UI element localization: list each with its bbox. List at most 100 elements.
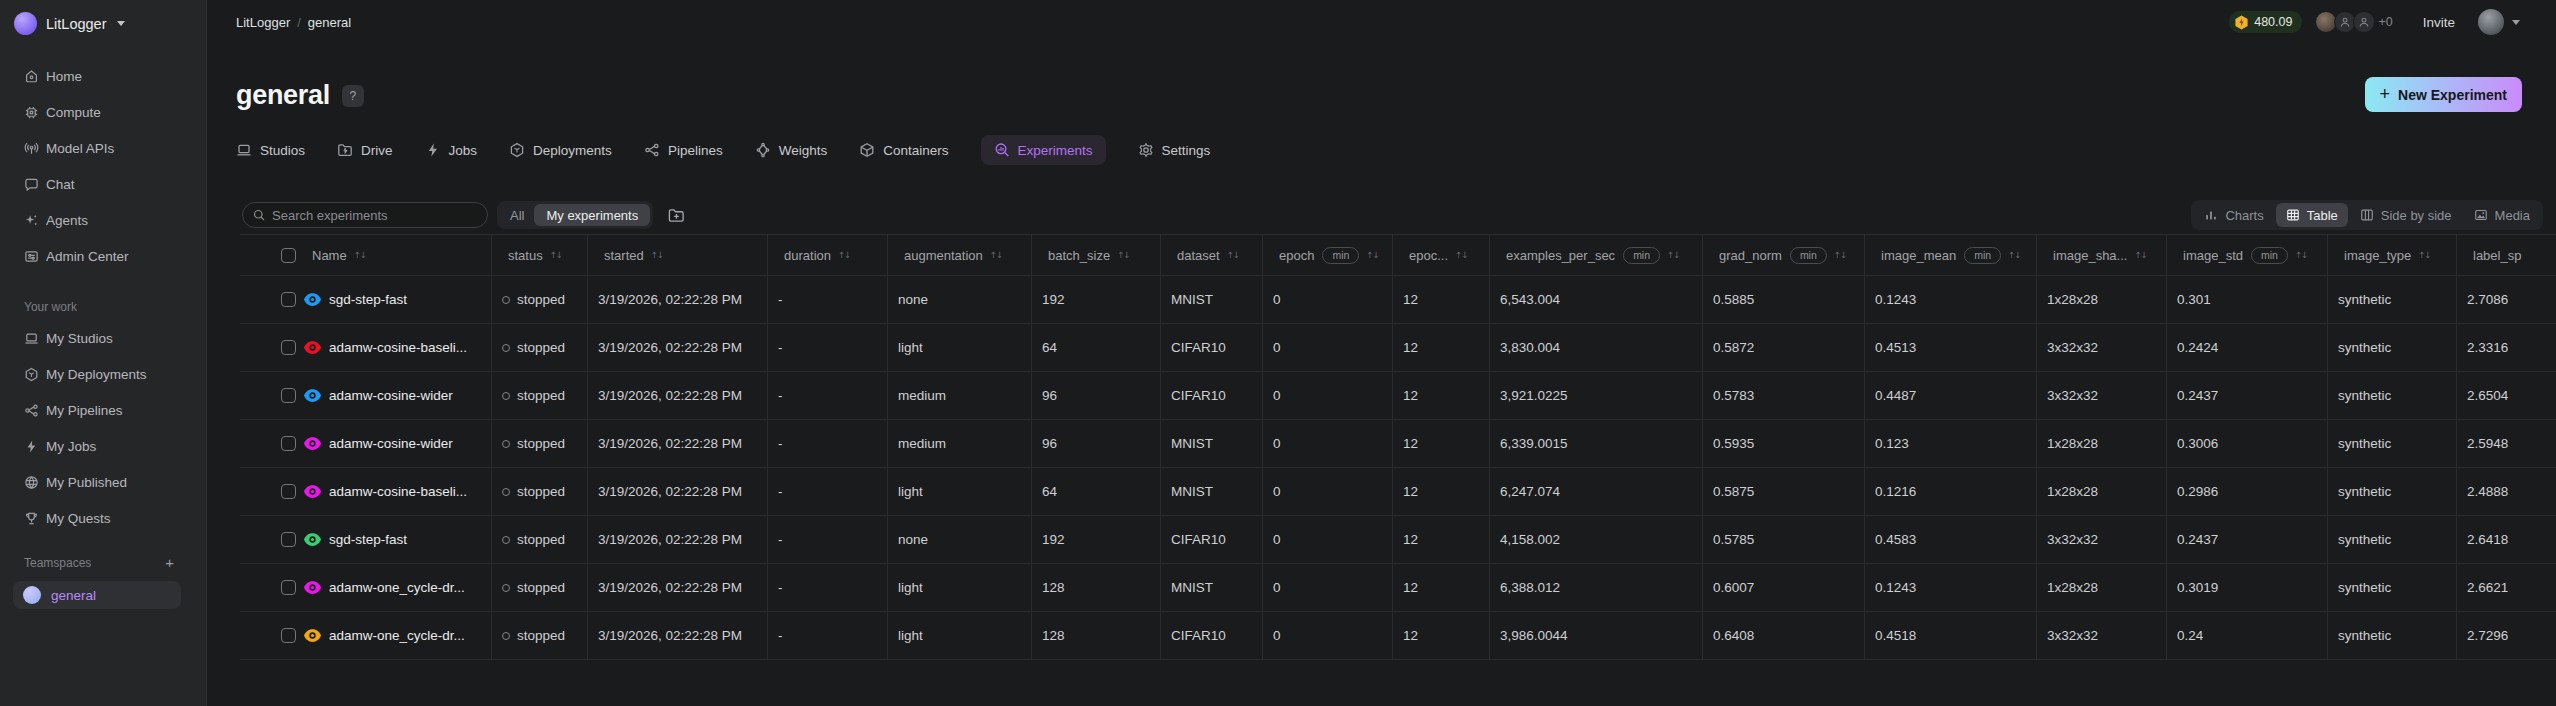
row-checkbox[interactable] (281, 388, 296, 403)
column-header-epoch[interactable]: epochmin↑↓ (1263, 235, 1393, 275)
sidebar-item-chat[interactable]: Chat (0, 166, 206, 202)
row-checkbox[interactable] (281, 436, 296, 451)
row-checkbox[interactable] (281, 580, 296, 595)
row-checkbox[interactable] (281, 532, 296, 547)
sidebar-item-my-jobs[interactable]: My Jobs (0, 428, 206, 464)
column-header-image_type[interactable]: image_type↑↓ (2328, 235, 2457, 275)
sidebar-item-agents[interactable]: Agents (0, 202, 206, 238)
table-row[interactable]: adamw-cosine-widerstopped3/19/2026, 02:2… (240, 420, 2556, 468)
credits-badge[interactable]: 480.09 (2229, 11, 2302, 33)
column-header-image_mean[interactable]: image_meanmin↑↓ (1865, 235, 2037, 275)
column-header-dataset[interactable]: dataset↑↓ (1161, 235, 1263, 275)
aggregation-badge[interactable]: min (1322, 247, 1359, 264)
sidebar-item-my-deployments[interactable]: My Deployments (0, 356, 206, 392)
view-charts[interactable]: Charts (2194, 203, 2273, 227)
table-row[interactable]: adamw-cosine-baseli...stopped3/19/2026, … (240, 324, 2556, 372)
visibility-eye-icon[interactable] (304, 341, 321, 354)
row-checkbox[interactable] (281, 484, 296, 499)
user-menu[interactable] (2478, 9, 2520, 35)
teamspace-item-general[interactable]: general (13, 581, 181, 609)
sort-arrows-icon[interactable]: ↑↓ (651, 250, 663, 260)
visibility-eye-icon[interactable] (304, 629, 321, 642)
tab-weights[interactable]: Weights (755, 135, 828, 165)
sort-arrows-icon[interactable]: ↑↓ (2295, 250, 2307, 260)
folder-plus-icon[interactable] (668, 207, 685, 224)
workspace-switcher[interactable]: LitLogger (0, 0, 206, 35)
column-header-duration[interactable]: duration↑↓ (768, 235, 888, 275)
tab-experiments[interactable]: Experiments (981, 135, 1106, 165)
sort-arrows-icon[interactable]: ↑↓ (550, 250, 562, 260)
sort-arrows-icon[interactable]: ↑↓ (2008, 250, 2020, 260)
breadcrumb-teamspace[interactable]: general (308, 15, 351, 30)
row-checkbox[interactable] (281, 292, 296, 307)
view-media[interactable]: Media (2464, 203, 2540, 227)
row-checkbox[interactable] (281, 628, 296, 643)
breadcrumb-workspace[interactable]: LitLogger (236, 15, 290, 30)
table-row[interactable]: adamw-cosine-widerstopped3/19/2026, 02:2… (240, 372, 2556, 420)
visibility-eye-icon[interactable] (304, 485, 321, 498)
sort-arrows-icon[interactable]: ↑↓ (1834, 250, 1846, 260)
search-input[interactable] (272, 208, 477, 223)
sidebar-item-home[interactable]: Home (0, 58, 206, 94)
sort-arrows-icon[interactable]: ↑↓ (2418, 250, 2430, 260)
table-row[interactable]: sgd-step-faststopped3/19/2026, 02:22:28 … (240, 516, 2556, 564)
table-row[interactable]: sgd-step-faststopped3/19/2026, 02:22:28 … (240, 276, 2556, 324)
add-teamspace-button[interactable]: + (165, 554, 182, 571)
sort-arrows-icon[interactable]: ↑↓ (354, 250, 366, 260)
select-all-checkbox[interactable] (281, 248, 296, 263)
sort-arrows-icon[interactable]: ↑↓ (1227, 250, 1239, 260)
sidebar-item-model-apis[interactable]: Model APIs (0, 130, 206, 166)
table-row[interactable]: adamw-one_cycle-dr...stopped3/19/2026, 0… (240, 612, 2556, 660)
sort-arrows-icon[interactable]: ↑↓ (990, 250, 1002, 260)
column-header-augmentation[interactable]: augmentation↑↓ (888, 235, 1032, 275)
column-header-name[interactable]: Name↑↓ (240, 235, 492, 275)
tab-deployments[interactable]: Deployments (509, 135, 612, 165)
visibility-eye-icon[interactable] (304, 581, 321, 594)
sidebar-item-compute[interactable]: Compute (0, 94, 206, 130)
sort-arrows-icon[interactable]: ↑↓ (1667, 250, 1679, 260)
tab-settings[interactable]: Settings (1138, 135, 1211, 165)
invite-button[interactable]: Invite (2423, 15, 2455, 30)
aggregation-badge[interactable]: min (1623, 247, 1660, 264)
new-experiment-button[interactable]: + New Experiment (2365, 77, 2522, 112)
sort-arrows-icon[interactable]: ↑↓ (2134, 250, 2146, 260)
column-header-examples_per_sec[interactable]: examples_per_secmin↑↓ (1490, 235, 1703, 275)
sort-arrows-icon[interactable]: ↑↓ (1455, 250, 1467, 260)
view-table[interactable]: Table (2276, 203, 2348, 227)
column-header-started[interactable]: started↑↓ (588, 235, 768, 275)
sort-arrows-icon[interactable]: ↑↓ (838, 250, 850, 260)
column-header-grad_norm[interactable]: grad_normmin↑↓ (1703, 235, 1865, 275)
scope-option-my-experiments[interactable]: My experiments (534, 204, 650, 226)
column-header-image_std[interactable]: image_stdmin↑↓ (2167, 235, 2328, 275)
tab-jobs[interactable]: Jobs (425, 135, 478, 165)
member-avatars[interactable] (2315, 11, 2375, 33)
aggregation-badge[interactable]: min (1964, 247, 2001, 264)
sidebar-item-admin-center[interactable]: Admin Center (0, 238, 206, 274)
visibility-eye-icon[interactable] (304, 389, 321, 402)
sort-arrows-icon[interactable]: ↑↓ (1366, 250, 1378, 260)
aggregation-badge[interactable]: min (1790, 247, 1827, 264)
help-badge[interactable]: ? (342, 85, 364, 107)
visibility-eye-icon[interactable] (304, 293, 321, 306)
tab-drive[interactable]: Drive (337, 135, 393, 165)
column-header-image_sha[interactable]: image_sha...↑↓ (2037, 235, 2167, 275)
sort-arrows-icon[interactable]: ↑↓ (1117, 250, 1129, 260)
visibility-eye-icon[interactable] (304, 437, 321, 450)
row-checkbox[interactable] (281, 340, 296, 355)
visibility-eye-icon[interactable] (304, 533, 321, 546)
column-header-status[interactable]: status↑↓ (492, 235, 588, 275)
table-row[interactable]: adamw-one_cycle-dr...stopped3/19/2026, 0… (240, 564, 2556, 612)
tab-containers[interactable]: Containers (859, 135, 948, 165)
column-header-batch_size[interactable]: batch_size↑↓ (1032, 235, 1161, 275)
sidebar-item-my-pipelines[interactable]: My Pipelines (0, 392, 206, 428)
column-header-label_sp[interactable]: label_sp (2457, 235, 2556, 275)
scope-option-all[interactable]: All (500, 204, 534, 226)
tab-pipelines[interactable]: Pipelines (644, 135, 723, 165)
sidebar-item-my-quests[interactable]: My Quests (0, 500, 206, 536)
search-box[interactable] (242, 202, 488, 228)
tab-studios[interactable]: Studios (236, 135, 305, 165)
view-side-by-side[interactable]: Side by side (2350, 203, 2462, 227)
aggregation-badge[interactable]: min (2251, 247, 2288, 264)
sidebar-item-my-published[interactable]: My Published (0, 464, 206, 500)
column-header-epoc[interactable]: epoc...↑↓ (1393, 235, 1490, 275)
